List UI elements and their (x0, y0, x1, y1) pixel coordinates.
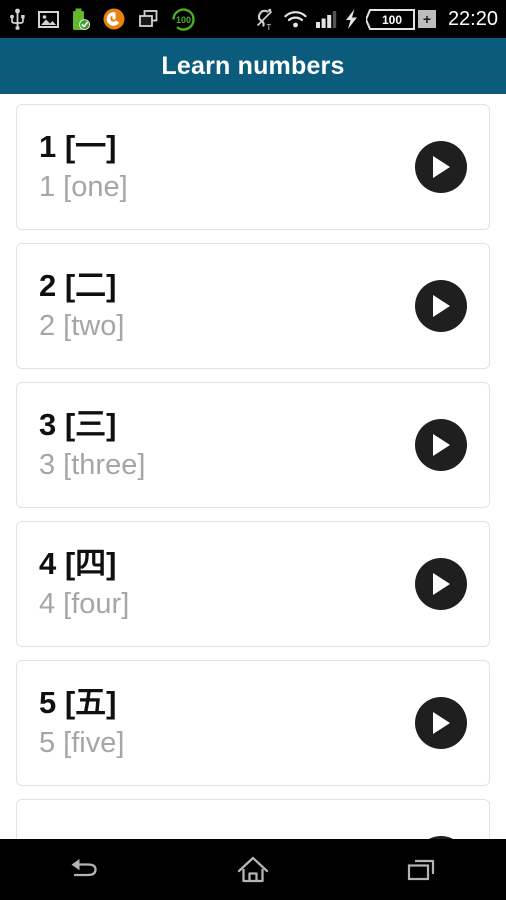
play-button[interactable] (415, 697, 467, 749)
list-item-texts: 5 [五] 5 [five] (39, 686, 415, 759)
play-button[interactable] (415, 280, 467, 332)
list-item-primary: 2 [二] (39, 269, 415, 304)
list-item-primary: 4 [四] (39, 547, 415, 582)
list-item[interactable]: 2 [二] 2 [two] (16, 243, 490, 369)
wifi-icon (284, 10, 307, 29)
hearing-aid-telecoil-icon: T (254, 7, 276, 31)
status-bar-clock: 22:20 (448, 8, 498, 31)
recents-button[interactable] (377, 839, 467, 900)
play-icon (430, 711, 452, 735)
list-item-texts: 2 [二] 2 [two] (39, 269, 415, 342)
app-title-bar: Learn numbers (0, 38, 506, 94)
list-item-primary: 3 [三] (39, 408, 415, 443)
home-button[interactable] (208, 839, 298, 900)
play-button[interactable] (415, 419, 467, 471)
play-icon (430, 294, 452, 318)
android-navigation-bar (0, 839, 506, 900)
play-icon (430, 572, 452, 596)
number-list-scroll-area[interactable]: 1 [一] 1 [one] 2 [二] 2 [two] 3 [三 (0, 94, 506, 839)
number-list: 1 [一] 1 [one] 2 [二] 2 [two] 3 [三 (0, 104, 506, 839)
battery-percent-100-icon: 100 (172, 8, 195, 31)
list-item-texts: 4 [四] 4 [four] (39, 547, 415, 620)
recents-icon (406, 856, 438, 884)
list-item-secondary: 2 [two] (39, 310, 415, 342)
list-item[interactable]: 5 [五] 5 [five] (16, 660, 490, 786)
status-bar-right-icons: T (254, 7, 498, 31)
list-item[interactable]: 4 [四] 4 [four] (16, 521, 490, 647)
list-item-texts: 3 [三] 3 [three] (39, 408, 415, 481)
list-item-primary: 5 [五] (39, 686, 415, 721)
list-item-texts: 1 [一] 1 [one] (39, 130, 415, 203)
svg-text:100: 100 (176, 15, 191, 25)
play-icon (430, 155, 452, 179)
cellular-signal-icon (315, 10, 337, 29)
list-item-secondary: 4 [four] (39, 588, 415, 620)
list-item[interactable]: 3 [三] 3 [three] (16, 382, 490, 508)
charging-bolt-icon (345, 9, 358, 29)
battery-level-indicator: 100 + (366, 9, 436, 30)
svg-text:100: 100 (382, 13, 402, 27)
usb-icon (10, 8, 25, 30)
list-item-secondary: 5 [five] (39, 727, 415, 759)
back-button[interactable] (39, 839, 129, 900)
battery-plus-badge: + (418, 10, 436, 28)
list-item-secondary: 3 [three] (39, 449, 415, 481)
screenshot-icon (138, 9, 159, 29)
status-bar: 100 T (0, 0, 506, 38)
play-icon (430, 433, 452, 457)
back-arrow-icon (66, 856, 102, 884)
battery-full-check-icon (72, 8, 90, 31)
image-icon (38, 10, 59, 29)
status-bar-left-icons: 100 (10, 8, 195, 31)
list-item[interactable]: 1 [一] 1 [one] (16, 104, 490, 230)
svg-text:T: T (266, 23, 271, 31)
page-title: Learn numbers (161, 52, 344, 81)
app-circle-icon (103, 8, 125, 30)
list-item-primary: 1 [一] (39, 130, 415, 165)
list-item[interactable] (16, 799, 490, 839)
list-item-secondary: 1 [one] (39, 171, 415, 203)
play-button[interactable] (415, 141, 467, 193)
play-button[interactable] (415, 558, 467, 610)
home-icon (237, 855, 269, 885)
